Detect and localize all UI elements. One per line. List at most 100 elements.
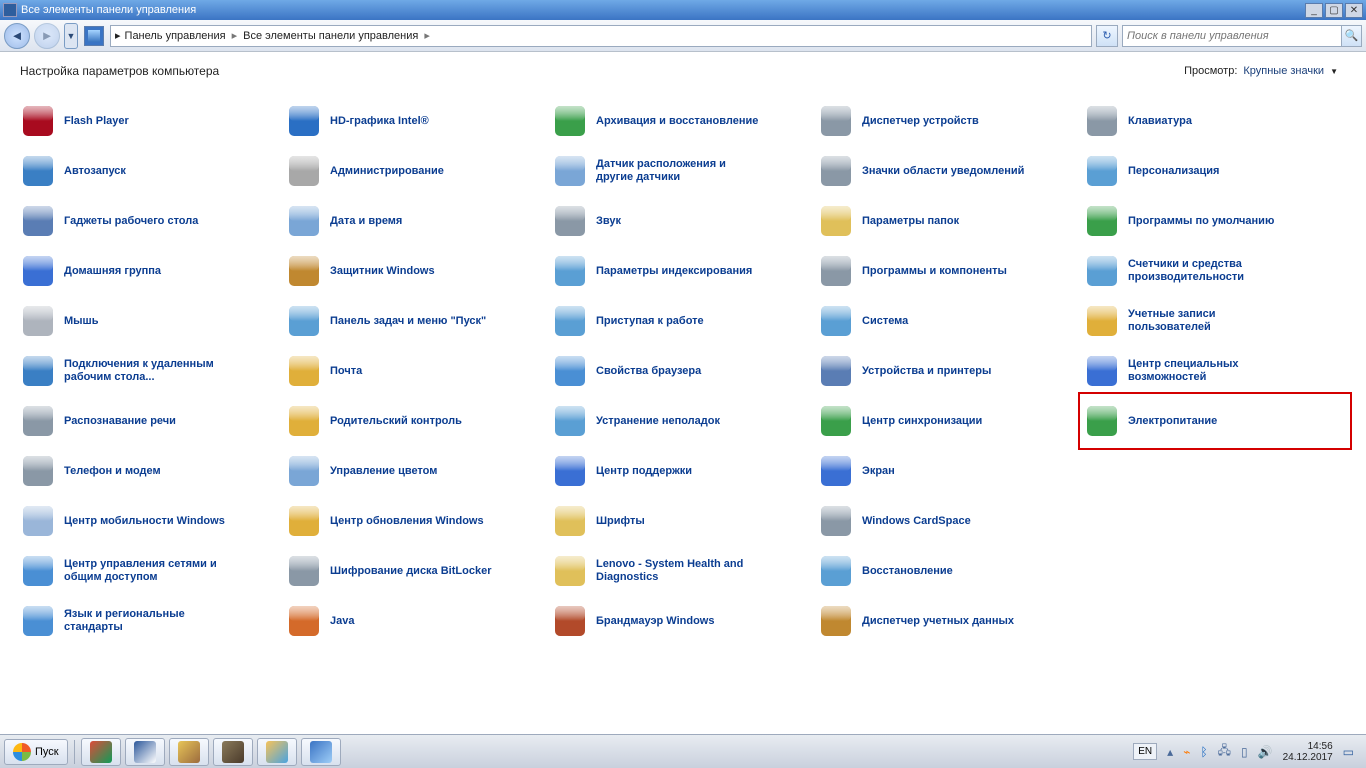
cpl-item-tray[interactable]: Значки области уведомлений bbox=[816, 146, 1082, 196]
cpl-item-devices[interactable]: Устройства и принтеры bbox=[816, 346, 1082, 396]
system-icon bbox=[820, 305, 852, 337]
cpl-item-label: Windows CardSpace bbox=[862, 515, 971, 528]
cpl-item-mail[interactable]: Почта bbox=[284, 346, 550, 396]
cpl-item-phone[interactable]: Телефон и модем bbox=[18, 446, 284, 496]
power-icon bbox=[1086, 405, 1118, 437]
cpl-item-gadgets[interactable]: Гаджеты рабочего стола bbox=[18, 196, 284, 246]
gadgets-icon bbox=[22, 205, 54, 237]
bluetooth-icon[interactable]: ᛒ bbox=[1200, 745, 1207, 759]
cpl-item-color[interactable]: Управление цветом bbox=[284, 446, 550, 496]
search-box[interactable]: 🔍 bbox=[1122, 25, 1362, 47]
cpl-item-system[interactable]: Система bbox=[816, 296, 1082, 346]
cpl-item-troubleshoot[interactable]: Устранение неполадок bbox=[550, 396, 816, 446]
taskbar-app-control-panel[interactable] bbox=[301, 738, 341, 766]
cpl-item-recovery[interactable]: Восстановление bbox=[816, 546, 1082, 596]
cpl-item-firewall[interactable]: Брандмауэр Windows bbox=[550, 596, 816, 646]
view-selector[interactable]: Просмотр: Крупные значки ▼ bbox=[1184, 64, 1338, 78]
cpl-item-sensors[interactable]: Датчик расположения и другие датчики bbox=[550, 146, 816, 196]
cpl-item-ease[interactable]: Центр специальных возможностей bbox=[1082, 346, 1348, 396]
cpl-item-devmgr[interactable]: Диспетчер устройств bbox=[816, 96, 1082, 146]
start-button[interactable]: Пуск bbox=[4, 739, 68, 765]
forward-button[interactable]: ► bbox=[34, 23, 60, 49]
cpl-item-update[interactable]: Центр обновления Windows bbox=[284, 496, 550, 546]
cpl-item-perf[interactable]: Счетчики и средства производительности bbox=[1082, 246, 1348, 296]
language-indicator[interactable]: EN bbox=[1133, 743, 1157, 760]
cpl-item-homegroup[interactable]: Домашняя группа bbox=[18, 246, 284, 296]
refresh-button[interactable]: ↻ bbox=[1096, 25, 1118, 47]
battery-icon[interactable]: ▯ bbox=[1241, 745, 1248, 759]
cpl-item-bitlocker[interactable]: Шифрование диска BitLocker bbox=[284, 546, 550, 596]
taskbar-app-gimp[interactable] bbox=[213, 738, 253, 766]
cpl-item-label: Панель задач и меню "Пуск" bbox=[330, 315, 486, 328]
cpl-item-java[interactable]: Java bbox=[284, 596, 550, 646]
cpl-item-label: Значки области уведомлений bbox=[862, 165, 1024, 178]
breadcrumb-part[interactable]: Панель управления bbox=[125, 30, 226, 42]
cpl-item-action[interactable]: Центр поддержки bbox=[550, 446, 816, 496]
cpl-item-admin[interactable]: Администрирование bbox=[284, 146, 550, 196]
phone-icon bbox=[22, 455, 54, 487]
back-button[interactable]: ◄ bbox=[4, 23, 30, 49]
cpl-item-label: Персонализация bbox=[1128, 165, 1219, 178]
volume-icon[interactable]: 🔊 bbox=[1258, 745, 1273, 759]
cpl-item-autoplay[interactable]: Автозапуск bbox=[18, 146, 284, 196]
clock[interactable]: 14:56 24.12.2017 bbox=[1283, 741, 1333, 763]
cpl-item-getstarted[interactable]: Приступая к работе bbox=[550, 296, 816, 346]
cpl-item-indexing[interactable]: Параметры индексирования bbox=[550, 246, 816, 296]
cpl-item-speech[interactable]: Распознавание речи bbox=[18, 396, 284, 446]
cpl-item-programs[interactable]: Программы и компоненты bbox=[816, 246, 1082, 296]
cpl-item-defender[interactable]: Защитник Windows bbox=[284, 246, 550, 296]
breadcrumb-part[interactable]: Все элементы панели управления bbox=[243, 30, 418, 42]
cpl-item-sync[interactable]: Центр синхронизации bbox=[816, 396, 1082, 446]
taskbar-app-paint[interactable] bbox=[169, 738, 209, 766]
tray-up-icon[interactable]: ▴ bbox=[1167, 745, 1173, 759]
cpl-item-cardspace[interactable]: Windows CardSpace bbox=[816, 496, 1082, 546]
defender-icon bbox=[288, 255, 320, 287]
search-icon[interactable]: 🔍 bbox=[1341, 26, 1361, 46]
minimize-button[interactable]: _ bbox=[1305, 3, 1323, 18]
history-dropdown[interactable]: ▼ bbox=[64, 23, 78, 49]
autoplay-icon bbox=[22, 155, 54, 187]
cpl-item-mobility[interactable]: Центр мобильности Windows bbox=[18, 496, 284, 546]
cpl-item-remote[interactable]: Подключения к удаленным рабочим стола... bbox=[18, 346, 284, 396]
maximize-button[interactable]: ▢ bbox=[1325, 3, 1343, 18]
taskbar-app-word[interactable] bbox=[125, 738, 165, 766]
programs-icon bbox=[820, 255, 852, 287]
cpl-item-internet[interactable]: Свойства браузера bbox=[550, 346, 816, 396]
cpl-item-sound[interactable]: Звук bbox=[550, 196, 816, 246]
cpl-item-taskbar[interactable]: Панель задач и меню "Пуск" bbox=[284, 296, 550, 346]
taskbar-app-chrome[interactable] bbox=[81, 738, 121, 766]
cpl-item-label: Центр обновления Windows bbox=[330, 515, 484, 528]
cpl-item-keyboard[interactable]: Клавиатура bbox=[1082, 96, 1348, 146]
cpl-item-backup[interactable]: Архивация и восстановление bbox=[550, 96, 816, 146]
show-desktop-icon[interactable]: ▭ bbox=[1343, 745, 1354, 759]
mouse-icon bbox=[22, 305, 54, 337]
cpl-item-users[interactable]: Учетные записи пользователей bbox=[1082, 296, 1348, 346]
sensors-icon bbox=[554, 155, 586, 187]
cpl-item-credential[interactable]: Диспетчер учетных данных bbox=[816, 596, 1082, 646]
breadcrumb[interactable]: ▸ Панель управления ▸ Все элементы панел… bbox=[110, 25, 1092, 47]
search-input[interactable] bbox=[1123, 30, 1341, 42]
cpl-item-defaults[interactable]: Программы по умолчанию bbox=[1082, 196, 1348, 246]
cpl-item-flash[interactable]: Flash Player bbox=[18, 96, 284, 146]
cpl-item-folder[interactable]: Параметры папок bbox=[816, 196, 1082, 246]
cpl-item-parental[interactable]: Родительский контроль bbox=[284, 396, 550, 446]
cpl-item-personalize[interactable]: Персонализация bbox=[1082, 146, 1348, 196]
cpl-item-label: Мышь bbox=[64, 315, 99, 328]
cpl-item-region[interactable]: Язык и региональные стандарты bbox=[18, 596, 284, 646]
ease-icon bbox=[1086, 355, 1118, 387]
cpl-item-mouse[interactable]: Мышь bbox=[18, 296, 284, 346]
system-tray: EN ▴ ⌁ ᛒ 🖧 ▯ 🔊 14:56 24.12.2017 ▭ bbox=[1133, 741, 1362, 763]
cpl-item-network[interactable]: Центр управления сетями и общим доступом bbox=[18, 546, 284, 596]
close-button[interactable]: ✕ bbox=[1345, 3, 1363, 18]
cpl-item-datetime[interactable]: Дата и время bbox=[284, 196, 550, 246]
cpl-item-lenovo[interactable]: Lenovo - System Health and Diagnostics bbox=[550, 546, 816, 596]
avast-icon[interactable]: ⌁ bbox=[1183, 745, 1190, 759]
cpl-item-display[interactable]: Экран bbox=[816, 446, 1082, 496]
cpl-item-power[interactable]: Электропитание bbox=[1082, 396, 1348, 446]
windows-orb-icon bbox=[13, 743, 31, 761]
cpl-item-intel[interactable]: HD-графика Intel® bbox=[284, 96, 550, 146]
taskbar-icon bbox=[288, 305, 320, 337]
network-icon[interactable]: 🖧 bbox=[1218, 741, 1231, 762]
cpl-item-fonts[interactable]: Шрифты bbox=[550, 496, 816, 546]
taskbar-app-explorer[interactable] bbox=[257, 738, 297, 766]
